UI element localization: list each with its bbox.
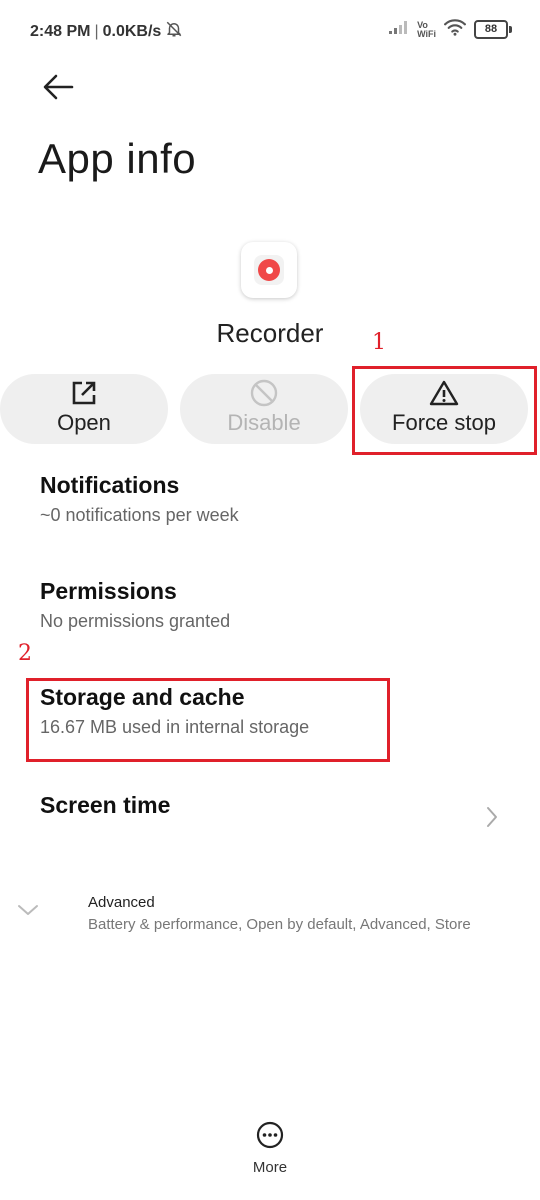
- advanced-section[interactable]: Advanced Battery & performance, Open by …: [0, 880, 540, 960]
- back-arrow-icon[interactable]: [38, 68, 78, 106]
- more-label: More: [252, 1159, 288, 1176]
- more-options-icon: [255, 1120, 285, 1155]
- status-left: 2:48 PM | 0.0KB/s: [30, 20, 183, 43]
- recorder-icon-inner: [254, 255, 284, 285]
- annotation-marker-2: 2: [18, 641, 32, 666]
- signal-icon: [389, 20, 409, 39]
- annotation-box-2: [26, 678, 390, 762]
- chevron-right-icon: [486, 806, 498, 833]
- screen-time-title: Screen time: [40, 792, 171, 818]
- page-title: App info: [38, 135, 197, 182]
- advanced-title: Advanced: [88, 894, 155, 911]
- wifi-icon: [444, 18, 466, 41]
- app-name: Recorder: [216, 318, 324, 348]
- permissions-item[interactable]: Permissions No permissions granted: [0, 572, 540, 662]
- disable-icon: [249, 378, 279, 408]
- annotation-box-1: [352, 366, 537, 455]
- battery-tip: [509, 26, 512, 33]
- status-time: 2:48 PM: [30, 22, 91, 40]
- notifications-item[interactable]: Notifications ~0 notifications per week: [0, 466, 540, 556]
- permissions-title: Permissions: [40, 578, 177, 604]
- permissions-subtitle: No permissions granted: [40, 611, 231, 631]
- chevron-down-icon: [16, 902, 40, 923]
- notifications-title: Notifications: [40, 472, 180, 498]
- notifications-subtitle: ~0 notifications per week: [40, 505, 239, 525]
- more-button[interactable]: More: [230, 1120, 310, 1180]
- status-right: Vo WiFi 88: [389, 18, 512, 41]
- open-button[interactable]: Open: [0, 374, 168, 444]
- status-speed: 0.0KB/s: [102, 22, 162, 40]
- battery-icon: 88: [474, 20, 512, 39]
- battery-level: 88: [474, 20, 508, 39]
- open-external-icon: [70, 378, 98, 408]
- mute-notification-icon: [165, 20, 183, 43]
- open-label: Open: [57, 410, 111, 435]
- status-separator: |: [94, 22, 99, 40]
- annotation-marker-1: 1: [372, 330, 386, 355]
- recorder-app-icon: [241, 242, 297, 298]
- screen-time-item[interactable]: Screen time: [0, 786, 540, 856]
- disable-button[interactable]: Disable: [180, 374, 348, 444]
- vowifi-indicator: Vo WiFi: [417, 20, 436, 39]
- vowifi-bottom: WiFi: [417, 28, 436, 39]
- status-bar: 2:48 PM | 0.0KB/s Vo WiFi 88: [0, 0, 540, 62]
- disable-label: Disable: [227, 410, 301, 435]
- advanced-subtitle: Battery & performance, Open by default, …: [88, 916, 471, 933]
- record-dot-icon: [258, 259, 280, 281]
